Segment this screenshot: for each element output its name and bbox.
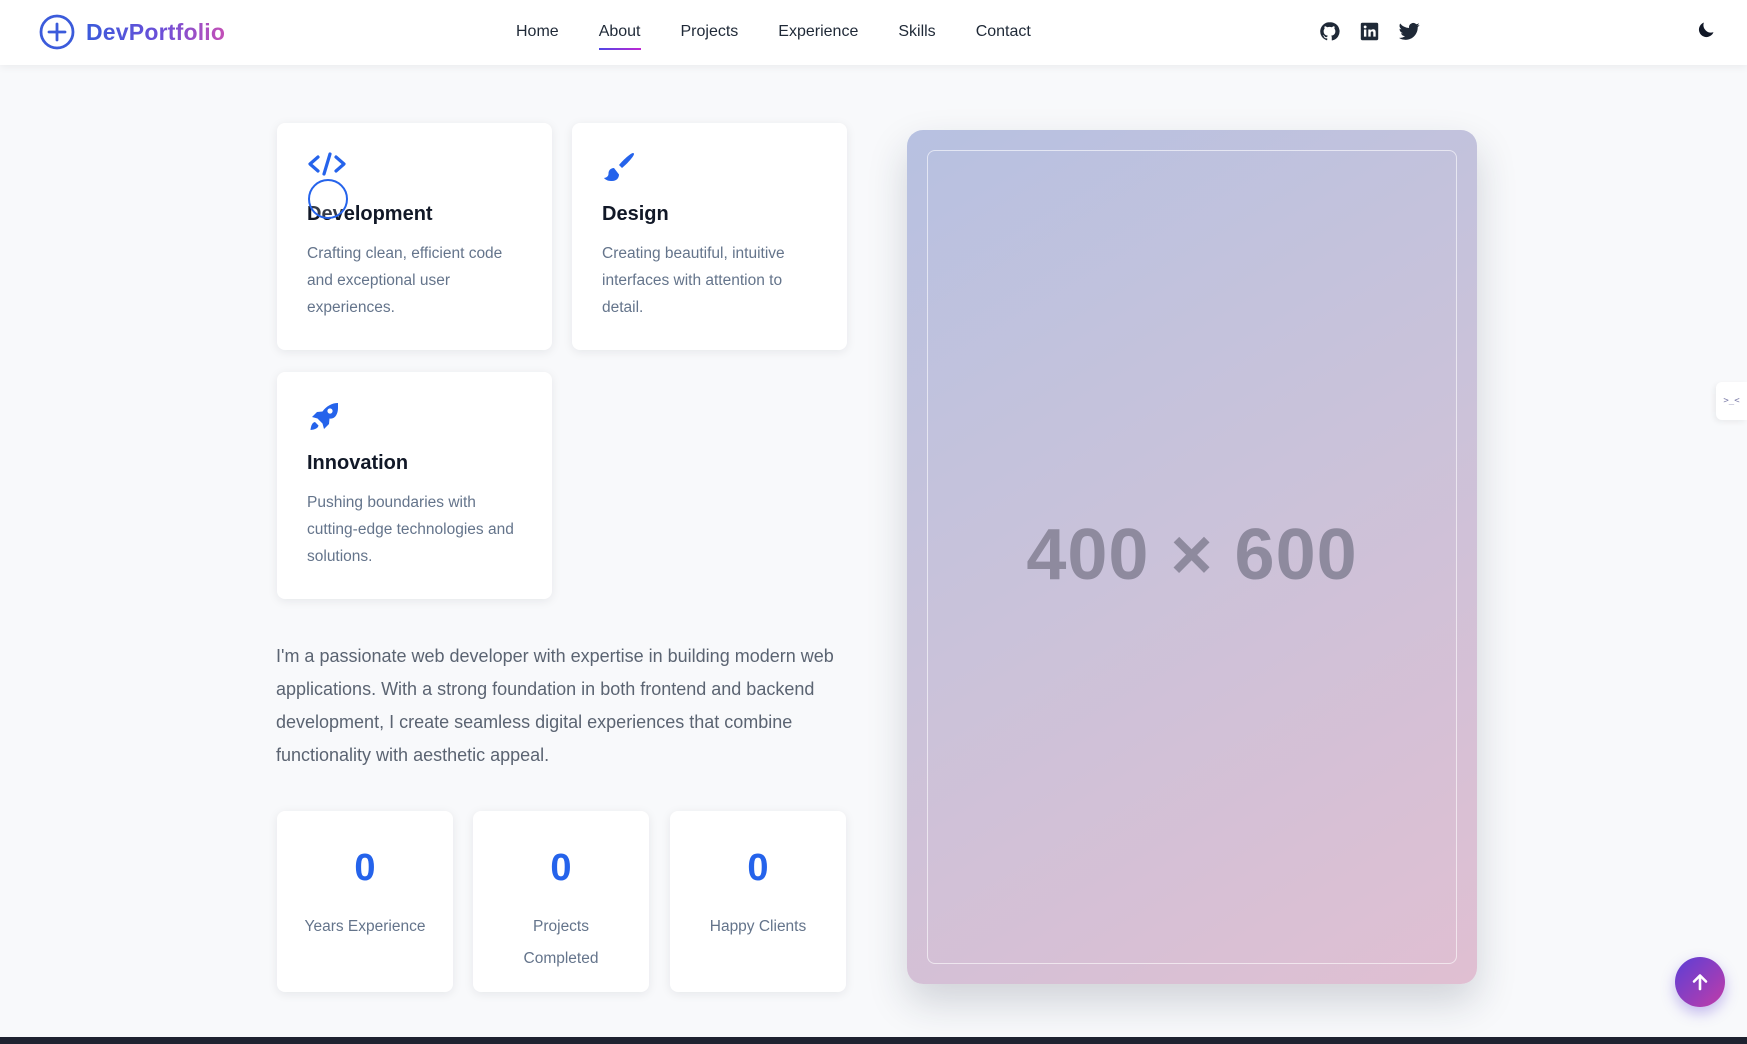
brand-logo[interactable]: DevPortfolio	[38, 10, 225, 54]
paintbrush-icon	[602, 151, 817, 185]
feature-description: Pushing boundaries with cutting-edge tec…	[307, 494, 514, 565]
stat-card-years: 0 Years Experience	[277, 811, 453, 992]
footer-edge	[0, 1037, 1747, 1044]
about-paragraph: I'm a passionate web developer with expe…	[276, 646, 834, 765]
stat-value: 0	[354, 847, 376, 889]
stat-card-clients: 0 Happy Clients	[670, 811, 846, 992]
nav-about[interactable]: About	[579, 20, 661, 50]
feature-title: Innovation	[307, 452, 409, 474]
github-icon[interactable]	[1318, 20, 1340, 42]
feature-title: Design	[602, 203, 669, 225]
arrow-up-icon	[1692, 974, 1708, 991]
brand-name: DevPortfolio	[86, 18, 226, 45]
scroll-to-top-button[interactable]	[1675, 957, 1725, 1007]
nav-projects[interactable]: Projects	[661, 20, 759, 44]
stat-label: Projects Completed	[523, 918, 599, 967]
rocket-icon	[307, 400, 522, 434]
nav-contact[interactable]: Contact	[956, 20, 1051, 44]
stat-value: 0	[747, 847, 769, 889]
stat-card-projects: 0 Projects Completed	[473, 811, 649, 992]
side-panel-tab[interactable]: >_<	[1716, 382, 1747, 420]
placeholder-dimensions: 400 × 600	[1026, 515, 1358, 595]
linkedin-icon[interactable]	[1358, 20, 1380, 42]
feature-card-design: Design Creating beautiful, intuitive int…	[572, 123, 847, 350]
plus-circle-icon	[39, 14, 75, 50]
nav-home[interactable]: Home	[516, 20, 579, 44]
stat-label: Years Experience	[304, 918, 426, 935]
feature-description: Crafting clean, efficient code and excep…	[307, 245, 503, 316]
moon-icon[interactable]	[1696, 20, 1718, 42]
feature-card-development: Development Crafting clean, efficient co…	[277, 123, 552, 350]
nav-experience[interactable]: Experience	[758, 20, 878, 44]
main-nav: Home About Projects Experience Skills Co…	[516, 20, 1051, 50]
nav-skills[interactable]: Skills	[878, 20, 955, 44]
stat-value: 0	[550, 847, 572, 889]
social-links	[1318, 20, 1420, 42]
stat-label: Happy Clients	[709, 918, 807, 935]
feature-description: Creating beautiful, intuitive interfaces…	[602, 245, 785, 316]
cursor-indicator	[308, 179, 348, 219]
top-navbar: DevPortfolio Home About Projects Experie…	[0, 0, 1747, 65]
code-icon	[307, 151, 522, 185]
twitter-icon[interactable]	[1398, 20, 1420, 42]
feature-card-innovation: Innovation Pushing boundaries with cutti…	[277, 372, 552, 599]
profile-image-placeholder: 400 × 600	[907, 130, 1477, 984]
side-tab-label: >_<	[1723, 396, 1740, 406]
